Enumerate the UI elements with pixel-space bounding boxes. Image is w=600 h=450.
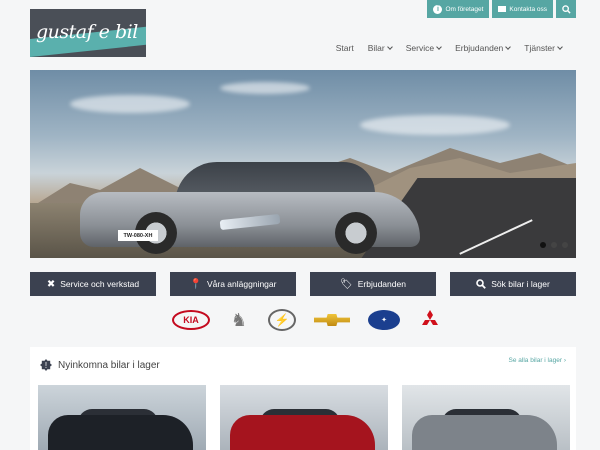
chevrolet-bowtie (314, 314, 350, 326)
new-arrivals-panel: ! Nyinkomna bilar i lager Se alla bilar … (30, 347, 576, 450)
nav-item-bilar[interactable]: Bilar (367, 43, 393, 53)
hero-cloud (220, 82, 310, 94)
car-photo (48, 415, 193, 450)
hero-car: TW-080-XH (80, 162, 425, 254)
action-buttons: ✖ Service och verkstad 📍 Våra anläggning… (30, 272, 576, 296)
facilities-button[interactable]: 📍 Våra anläggningar (170, 272, 296, 296)
peugeot-logo[interactable]: ♞ (228, 308, 250, 332)
action-label: Våra anläggningar (206, 279, 277, 289)
car-card[interactable] (220, 385, 388, 450)
car-thumbnails (38, 385, 570, 450)
mitsubishi-logo[interactable] (418, 309, 442, 331)
chevron-down-icon (557, 43, 563, 50)
car-card[interactable] (38, 385, 206, 450)
opel-logo[interactable]: ⚡ (268, 309, 296, 331)
nav-item-erbjudanden[interactable]: Erbjudanden (455, 43, 512, 53)
action-label: Erbjudanden (357, 279, 406, 289)
about-company-button[interactable]: i Om företaget (427, 0, 490, 18)
site-logo[interactable]: gustaf e bil (30, 9, 146, 57)
nav-item-label: Service (405, 43, 435, 53)
logo-text: gustaf e bil (36, 21, 138, 43)
car-photo (230, 415, 375, 450)
tools-icon: ✖ (46, 278, 56, 290)
mitsubishi-diamonds (422, 310, 438, 325)
main-nav: Start Bilar Service Erbjudanden Tjänster (336, 43, 563, 53)
chevrolet-logo[interactable] (314, 314, 350, 326)
chevron-down-icon (436, 43, 442, 50)
slider-dot[interactable] (540, 242, 546, 248)
kia-logo-text: KIA (183, 315, 199, 325)
new-arrivals-title: Nyinkomna bilar i lager (58, 359, 160, 371)
nav-item-label: Tjänster (524, 43, 555, 53)
nav-item-label: Start (335, 43, 354, 53)
new-arrivals-heading: ! Nyinkomna bilar i lager (40, 359, 160, 371)
contact-us-label: Kontakta oss (509, 5, 547, 13)
kia-logo[interactable]: KIA (172, 310, 210, 330)
car-card[interactable] (402, 385, 570, 450)
car-photo (412, 415, 557, 450)
chevron-down-icon (505, 43, 512, 50)
mail-icon (498, 6, 507, 12)
brand-logos: KIA ♞ ⚡ ✦ (172, 308, 442, 332)
contact-us-button[interactable]: Kontakta oss (492, 0, 553, 18)
service-workshop-button[interactable]: ✖ Service och verkstad (30, 272, 156, 296)
chevron-down-icon (386, 43, 393, 50)
see-all-link[interactable]: Se alla bilar i lager › (509, 357, 566, 364)
nav-item-label: Bilar (367, 43, 385, 53)
license-plate: TW-080-XH (118, 230, 158, 241)
car-wheel (335, 212, 377, 254)
header-search-button[interactable] (556, 0, 576, 18)
action-label: Sök bilar i lager (491, 279, 550, 289)
search-icon (476, 279, 487, 289)
offers-button[interactable]: 🏷 Erbjudanden (310, 272, 436, 296)
nav-item-label: Erbjudanden (455, 43, 504, 53)
utility-bar: i Om företaget Kontakta oss (427, 0, 576, 18)
map-pin-icon: 📍 (189, 278, 202, 290)
subaru-logo[interactable]: ✦ (368, 310, 400, 330)
search-icon (561, 4, 571, 14)
slider-dot[interactable] (551, 242, 557, 248)
hero-cloud (70, 95, 190, 113)
nav-item-start[interactable]: Start (336, 43, 354, 53)
slider-dots (540, 242, 568, 248)
page: gustaf e bil i Om företaget Kontakta oss… (0, 0, 600, 450)
nav-item-service[interactable]: Service (405, 43, 442, 53)
action-label: Service och verkstad (60, 279, 140, 289)
new-badge-icon: ! (40, 359, 52, 371)
hero-slider[interactable]: TW-080-XH (30, 70, 576, 258)
search-stock-button[interactable]: Sök bilar i lager (450, 272, 576, 296)
about-company-label: Om företaget (445, 5, 484, 13)
tag-icon: 🏷 (340, 278, 353, 290)
info-icon: i (433, 4, 443, 14)
see-all-label: Se alla bilar i lager (508, 357, 563, 364)
slider-dot[interactable] (562, 242, 568, 248)
nav-item-tjanster[interactable]: Tjänster (524, 43, 563, 53)
